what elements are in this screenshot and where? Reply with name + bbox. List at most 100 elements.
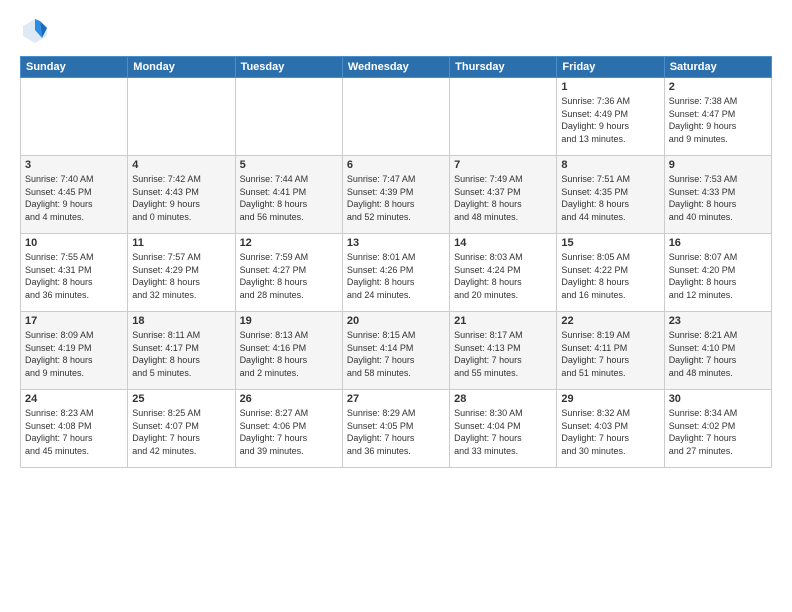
day-number: 30	[669, 393, 767, 405]
calendar-cell: 14 Sunrise: 8:03 AM Sunset: 4:24 PM Dayli…	[450, 234, 557, 312]
day-info: Sunrise: 8:13 AM Sunset: 4:16 PM Dayligh…	[240, 329, 338, 379]
day-info: Sunrise: 7:57 AM Sunset: 4:29 PM Dayligh…	[132, 251, 230, 301]
calendar-cell: 24 Sunrise: 8:23 AM Sunset: 4:08 PM Dayli…	[21, 390, 128, 468]
calendar-header-row: SundayMondayTuesdayWednesdayThursdayFrid…	[21, 57, 772, 78]
day-info: Sunrise: 8:34 AM Sunset: 4:02 PM Dayligh…	[669, 407, 767, 457]
day-info: Sunrise: 7:38 AM Sunset: 4:47 PM Dayligh…	[669, 95, 767, 145]
day-number: 3	[25, 159, 123, 171]
day-number: 22	[561, 315, 659, 327]
calendar-cell: 4 Sunrise: 7:42 AM Sunset: 4:43 PM Daylig…	[128, 156, 235, 234]
calendar-cell: 5Sunrise: 7:44 AM Sunset: 4:41 PM Daylig…	[235, 156, 342, 234]
day-info: Sunrise: 7:49 AM Sunset: 4:37 PM Dayligh…	[454, 173, 552, 223]
day-number: 6	[347, 159, 445, 171]
day-info: Sunrise: 8:21 AM Sunset: 4:10 PM Dayligh…	[669, 329, 767, 379]
calendar-header-monday: Monday	[128, 57, 235, 78]
calendar-cell: 9Sunrise: 7:53 AM Sunset: 4:33 PM Daylig…	[664, 156, 771, 234]
calendar-cell: 3Sunrise: 7:40 AM Sunset: 4:45 PM Daylig…	[21, 156, 128, 234]
day-info: Sunrise: 8:03 AM Sunset: 4:24 PM Dayligh…	[454, 251, 552, 301]
day-number: 21	[454, 315, 552, 327]
day-number: 12	[240, 237, 338, 249]
day-info: Sunrise: 8:01 AM Sunset: 4:26 PM Dayligh…	[347, 251, 445, 301]
day-info: Sunrise: 8:27 AM Sunset: 4:06 PM Dayligh…	[240, 407, 338, 457]
day-number: 11	[132, 237, 230, 249]
calendar-header-saturday: Saturday	[664, 57, 771, 78]
calendar-header-wednesday: Wednesday	[342, 57, 449, 78]
calendar-cell: 6 Sunrise: 7:47 AM Sunset: 4:39 PM Daylig…	[342, 156, 449, 234]
calendar-cell: 29 Sunrise: 8:32 AM Sunset: 4:03 PM Dayli…	[557, 390, 664, 468]
day-info: Sunrise: 8:25 AM Sunset: 4:07 PM Dayligh…	[132, 407, 230, 457]
day-info: Sunrise: 8:32 AM Sunset: 4:03 PM Dayligh…	[561, 407, 659, 457]
calendar-header-friday: Friday	[557, 57, 664, 78]
calendar-cell	[128, 78, 235, 156]
day-info: Sunrise: 8:19 AM Sunset: 4:11 PM Dayligh…	[561, 329, 659, 379]
day-number: 1	[561, 81, 659, 93]
day-info: Sunrise: 7:51 AM Sunset: 4:35 PM Dayligh…	[561, 173, 659, 223]
calendar-cell: 26 Sunrise: 8:27 AM Sunset: 4:06 PM Dayli…	[235, 390, 342, 468]
calendar-cell: 8 Sunrise: 7:51 AM Sunset: 4:35 PM Daylig…	[557, 156, 664, 234]
calendar-cell: 13Sunrise: 8:01 AM Sunset: 4:26 PM Dayli…	[342, 234, 449, 312]
header	[20, 16, 772, 46]
logo	[20, 16, 54, 46]
day-number: 20	[347, 315, 445, 327]
calendar-cell: 11 Sunrise: 7:57 AM Sunset: 4:29 PM Dayli…	[128, 234, 235, 312]
day-number: 8	[561, 159, 659, 171]
day-info: Sunrise: 8:15 AM Sunset: 4:14 PM Dayligh…	[347, 329, 445, 379]
day-info: Sunrise: 7:42 AM Sunset: 4:43 PM Dayligh…	[132, 173, 230, 223]
calendar-cell: 7 Sunrise: 7:49 AM Sunset: 4:37 PM Daylig…	[450, 156, 557, 234]
calendar-header-thursday: Thursday	[450, 57, 557, 78]
calendar-header-tuesday: Tuesday	[235, 57, 342, 78]
day-number: 27	[347, 393, 445, 405]
day-info: Sunrise: 8:23 AM Sunset: 4:08 PM Dayligh…	[25, 407, 123, 457]
day-number: 26	[240, 393, 338, 405]
day-number: 19	[240, 315, 338, 327]
day-info: Sunrise: 7:55 AM Sunset: 4:31 PM Dayligh…	[25, 251, 123, 301]
calendar-cell: 20 Sunrise: 8:15 AM Sunset: 4:14 PM Dayli…	[342, 312, 449, 390]
calendar-table: SundayMondayTuesdayWednesdayThursdayFrid…	[20, 56, 772, 468]
calendar-cell: 16 Sunrise: 8:07 AM Sunset: 4:20 PM Dayli…	[664, 234, 771, 312]
calendar-cell: 18Sunrise: 8:11 AM Sunset: 4:17 PM Dayli…	[128, 312, 235, 390]
day-info: Sunrise: 8:07 AM Sunset: 4:20 PM Dayligh…	[669, 251, 767, 301]
calendar-cell: 19 Sunrise: 8:13 AM Sunset: 4:16 PM Dayli…	[235, 312, 342, 390]
day-info: Sunrise: 8:05 AM Sunset: 4:22 PM Dayligh…	[561, 251, 659, 301]
day-info: Sunrise: 8:09 AM Sunset: 4:19 PM Dayligh…	[25, 329, 123, 379]
day-info: Sunrise: 7:47 AM Sunset: 4:39 PM Dayligh…	[347, 173, 445, 223]
calendar-week-1: 1 Sunrise: 7:36 AM Sunset: 4:49 PM Daylig…	[21, 78, 772, 156]
calendar-cell: 2Sunrise: 7:38 AM Sunset: 4:47 PM Daylig…	[664, 78, 771, 156]
calendar-cell: 10Sunrise: 7:55 AM Sunset: 4:31 PM Dayli…	[21, 234, 128, 312]
day-number: 15	[561, 237, 659, 249]
day-info: Sunrise: 8:29 AM Sunset: 4:05 PM Dayligh…	[347, 407, 445, 457]
calendar-cell: 23 Sunrise: 8:21 AM Sunset: 4:10 PM Dayli…	[664, 312, 771, 390]
day-info: Sunrise: 7:59 AM Sunset: 4:27 PM Dayligh…	[240, 251, 338, 301]
day-number: 28	[454, 393, 552, 405]
day-number: 24	[25, 393, 123, 405]
day-number: 7	[454, 159, 552, 171]
calendar-cell	[342, 78, 449, 156]
day-number: 25	[132, 393, 230, 405]
day-info: Sunrise: 8:17 AM Sunset: 4:13 PM Dayligh…	[454, 329, 552, 379]
calendar-cell: 1 Sunrise: 7:36 AM Sunset: 4:49 PM Daylig…	[557, 78, 664, 156]
calendar-week-2: 3Sunrise: 7:40 AM Sunset: 4:45 PM Daylig…	[21, 156, 772, 234]
day-number: 23	[669, 315, 767, 327]
day-number: 17	[25, 315, 123, 327]
day-info: Sunrise: 8:30 AM Sunset: 4:04 PM Dayligh…	[454, 407, 552, 457]
calendar-cell: 21 Sunrise: 8:17 AM Sunset: 4:13 PM Dayli…	[450, 312, 557, 390]
calendar-cell: 27 Sunrise: 8:29 AM Sunset: 4:05 PM Dayli…	[342, 390, 449, 468]
logo-icon	[20, 16, 50, 46]
day-info: Sunrise: 7:53 AM Sunset: 4:33 PM Dayligh…	[669, 173, 767, 223]
day-number: 14	[454, 237, 552, 249]
calendar-week-5: 24 Sunrise: 8:23 AM Sunset: 4:08 PM Dayli…	[21, 390, 772, 468]
day-number: 16	[669, 237, 767, 249]
calendar-cell: 17 Sunrise: 8:09 AM Sunset: 4:19 PM Dayli…	[21, 312, 128, 390]
day-info: Sunrise: 7:36 AM Sunset: 4:49 PM Dayligh…	[561, 95, 659, 145]
calendar-cell: 30 Sunrise: 8:34 AM Sunset: 4:02 PM Dayli…	[664, 390, 771, 468]
calendar-week-4: 17 Sunrise: 8:09 AM Sunset: 4:19 PM Dayli…	[21, 312, 772, 390]
calendar-cell	[235, 78, 342, 156]
calendar-cell: 25 Sunrise: 8:25 AM Sunset: 4:07 PM Dayli…	[128, 390, 235, 468]
calendar-cell: 15 Sunrise: 8:05 AM Sunset: 4:22 PM Dayli…	[557, 234, 664, 312]
calendar-cell	[21, 78, 128, 156]
day-number: 4	[132, 159, 230, 171]
day-info: Sunrise: 8:11 AM Sunset: 4:17 PM Dayligh…	[132, 329, 230, 379]
day-number: 29	[561, 393, 659, 405]
page: SundayMondayTuesdayWednesdayThursdayFrid…	[0, 0, 792, 612]
calendar-cell: 22 Sunrise: 8:19 AM Sunset: 4:11 PM Dayli…	[557, 312, 664, 390]
